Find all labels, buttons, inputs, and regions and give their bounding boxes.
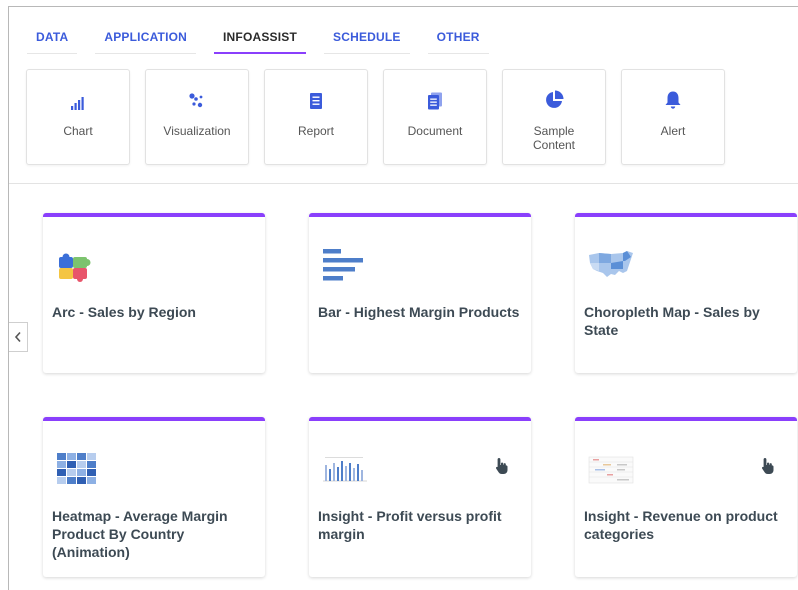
visualization-tile[interactable]: Visualization <box>145 69 249 165</box>
chevron-left-icon <box>14 331 21 343</box>
card-title: Bar - Highest Margin Products <box>318 304 520 320</box>
content-card-insight-revenue[interactable]: Insight - Revenue on product categories <box>575 417 797 577</box>
card-title: Choropleth Map - Sales by State <box>584 304 760 338</box>
tile-label: Visualization <box>163 124 231 138</box>
tab-data[interactable]: DATA <box>27 27 78 54</box>
tab-infoassist[interactable]: INFOASSIST <box>214 27 307 54</box>
arc-puzzle-icon <box>59 253 91 282</box>
card-title: Insight - Profit versus profit margin <box>318 508 502 542</box>
horizontal-bar-icon <box>323 249 363 281</box>
chart-tile[interactable]: Chart <box>26 69 130 165</box>
main-panel: DATA APPLICATION INFOASSIST SCHEDULE OTH… <box>8 6 798 590</box>
section-divider <box>9 183 798 184</box>
alert-tile[interactable]: Alert <box>621 69 725 165</box>
pie-chart-icon <box>546 90 564 108</box>
content-card-choropleth[interactable]: Choropleth Map - Sales by State <box>575 213 797 373</box>
create-tiles: Chart Visualization Report Document Samp… <box>26 69 740 165</box>
tile-label: Sample Content <box>532 124 576 152</box>
document-icon <box>428 92 442 110</box>
hand-pointer-icon[interactable] <box>761 457 775 475</box>
card-title: Arc - Sales by Region <box>52 304 196 320</box>
tile-label: Alert <box>660 124 686 138</box>
scroll-left-button[interactable] <box>9 322 28 352</box>
insight-chart-icon <box>323 457 367 482</box>
tile-label: Report <box>297 124 335 138</box>
us-map-icon <box>589 251 633 277</box>
content-card-bar[interactable]: Bar - Highest Margin Products <box>309 213 531 373</box>
content-card-insight-profit[interactable]: Insight - Profit versus profit margin <box>309 417 531 577</box>
tile-label: Chart <box>63 124 93 138</box>
report-tile[interactable]: Report <box>264 69 368 165</box>
tab-application[interactable]: APPLICATION <box>95 27 197 54</box>
document-tile[interactable]: Document <box>383 69 487 165</box>
tab-other[interactable]: OTHER <box>427 27 489 54</box>
sample-content-tile[interactable]: Sample Content <box>502 69 606 165</box>
card-title: Insight - Revenue on product categories <box>584 508 778 542</box>
tab-schedule[interactable]: SCHEDULE <box>324 27 410 54</box>
content-card-heatmap[interactable]: Heatmap - Average Margin Product By Coun… <box>43 417 265 577</box>
heatmap-icon <box>57 453 96 484</box>
report-icon <box>310 93 322 109</box>
bell-icon <box>665 91 681 109</box>
scatter-dots-icon <box>189 93 203 108</box>
insight-table-icon <box>588 456 634 484</box>
hand-pointer-icon[interactable] <box>495 457 509 475</box>
bar-chart-icon <box>71 97 84 110</box>
tab-bar: DATA APPLICATION INFOASSIST SCHEDULE OTH… <box>27 27 507 55</box>
tile-label: Document <box>407 124 463 138</box>
card-title: Heatmap - Average Margin Product By Coun… <box>52 508 228 560</box>
content-card-arc[interactable]: Arc - Sales by Region <box>43 213 265 373</box>
